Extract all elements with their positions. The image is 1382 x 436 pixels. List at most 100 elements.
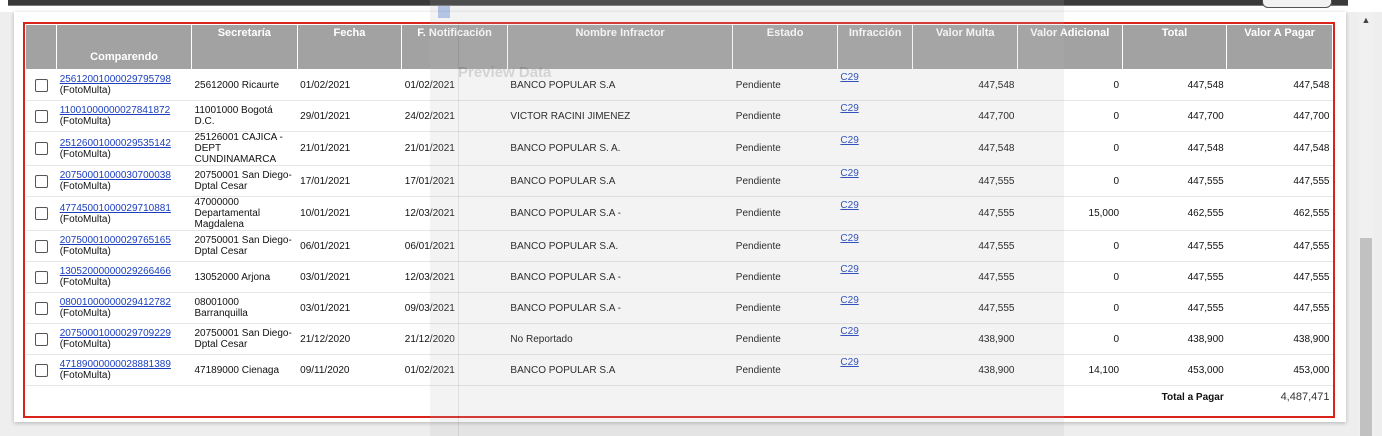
secretaria-cell: 25612000 Ricaurte (191, 69, 298, 101)
table-row: 20750001000030700038 (FotoMulta) 20750001 … (25, 165, 1333, 197)
estado-cell: Pendiente (732, 100, 838, 132)
total-cell: 447,700 (1122, 100, 1227, 132)
comparendo-type: (FotoMulta) (59, 370, 111, 381)
estado-cell: Pendiente (732, 230, 838, 262)
valor-multa-cell: 447,555 (912, 261, 1018, 293)
comparendo-link[interactable]: 47745001000029710881 (60, 203, 171, 214)
row-checkbox[interactable] (34, 78, 48, 92)
valor-pagar-cell: 447,548 (1226, 131, 1333, 166)
valor-multa-cell: 438,900 (912, 323, 1018, 355)
infraccion-link[interactable]: C29 (840, 135, 858, 146)
fines-table: Comparendo Secretaría Fecha F. Notificac… (25, 24, 1333, 408)
header-fecha[interactable]: Fecha (296, 24, 403, 70)
secretaria-cell: 20750001 San Diego-Dptal Cesar (191, 230, 298, 262)
notificacion-cell: 12/03/2021 (401, 261, 508, 293)
comparendo-cell: 20750001000030700038 (FotoMulta) (56, 165, 192, 197)
valor-adicional-cell: 14,100 (1017, 354, 1123, 386)
fecha-cell: 06/01/2021 (297, 230, 402, 262)
row-checkbox[interactable] (34, 332, 48, 346)
row-checkbox[interactable] (34, 363, 48, 377)
infraccion-cell: C29 (837, 292, 913, 324)
notificacion-cell: 01/02/2021 (401, 69, 508, 101)
fecha-cell: 17/01/2021 (297, 165, 402, 197)
comparendo-link[interactable]: 20750001000029765165 (60, 235, 171, 246)
top-right-control[interactable] (1262, 0, 1332, 8)
infractor-cell: BANCO POPULAR S.A - (507, 292, 733, 324)
valor-adicional-cell: 0 (1017, 230, 1123, 262)
comparendo-link[interactable]: 20750001000030700038 (60, 170, 171, 181)
total-row: Total a Pagar 4,487,471 (25, 385, 1333, 408)
comparendo-type: (FotoMulta) (59, 213, 111, 225)
row-select-cell (25, 196, 57, 231)
scroll-up-arrow-icon[interactable]: ▲ (1358, 12, 1374, 28)
infraccion-link[interactable]: C29 (840, 357, 858, 368)
valor-multa-cell: 447,555 (912, 165, 1018, 197)
comparendo-link[interactable]: 25126001000029535142 (60, 138, 171, 149)
infraccion-cell: C29 (837, 69, 913, 101)
infraccion-cell: C29 (837, 100, 913, 132)
total-cell: 447,555 (1122, 165, 1227, 197)
row-checkbox[interactable] (34, 239, 48, 253)
valor-pagar-cell: 447,700 (1226, 100, 1333, 132)
header-estado[interactable]: Estado (732, 24, 838, 70)
infraccion-link[interactable]: C29 (840, 326, 858, 337)
fecha-cell: 01/02/2021 (297, 69, 402, 101)
comparendo-type: (FotoMulta) (59, 339, 111, 350)
vertical-scrollbar[interactable]: ▲ (1358, 12, 1374, 436)
header-infractor[interactable]: Nombre Infractor (506, 24, 734, 70)
row-select-cell (25, 131, 57, 166)
header-notificacion[interactable]: F. Notificación (401, 24, 508, 70)
row-checkbox[interactable] (34, 207, 48, 220)
header-valor-pagar[interactable]: Valor A Pagar (1226, 24, 1333, 70)
total-cell: 462,555 (1122, 196, 1227, 231)
comparendo-link[interactable]: 13052000000029266466 (60, 266, 171, 277)
comparendo-link[interactable]: 11001000000027841872 (60, 105, 171, 116)
table-row: 20750001000029709229 (FotoMulta) 20750001 … (25, 323, 1333, 355)
infraccion-cell: C29 (837, 261, 913, 293)
infraccion-link[interactable]: C29 (840, 72, 858, 83)
estado-cell: Pendiente (732, 261, 838, 293)
header-valor-multa[interactable]: Valor Multa (912, 24, 1018, 70)
row-checkbox[interactable] (34, 174, 48, 188)
infraccion-cell: C29 (837, 165, 913, 197)
row-select-cell (25, 165, 57, 197)
row-checkbox[interactable] (34, 109, 48, 123)
secretaria-cell: 20750001 San Diego-Dptal Cesar (191, 323, 298, 355)
valor-multa-cell: 447,548 (912, 131, 1018, 166)
scroll-thumb[interactable] (1360, 238, 1372, 436)
infraccion-link[interactable]: C29 (840, 264, 858, 275)
comparendo-link[interactable]: 47189000000028881389 (60, 359, 171, 370)
header-total[interactable]: Total (1121, 24, 1228, 70)
comparendo-link[interactable]: 08001000000029412782 (60, 297, 171, 308)
infraccion-link[interactable]: C29 (840, 200, 858, 211)
comparendo-link[interactable]: 20750001000029709229 (60, 328, 171, 339)
secretaria-cell: 47189000 Cienaga (191, 354, 298, 386)
valor-multa-cell: 447,548 (912, 69, 1018, 101)
row-checkbox[interactable] (34, 301, 48, 315)
notificacion-cell: 06/01/2021 (401, 230, 508, 262)
header-secretaria[interactable]: Secretaría (191, 24, 298, 70)
notificacion-cell: 12/03/2021 (401, 196, 508, 231)
valor-adicional-cell: 0 (1017, 69, 1123, 101)
fines-table-frame: Comparendo Secretaría Fecha F. Notificac… (23, 22, 1335, 418)
row-select-cell (25, 354, 57, 386)
valor-pagar-cell: 447,555 (1226, 165, 1333, 197)
row-checkbox[interactable] (34, 270, 48, 284)
header-valor-adicional[interactable]: Valor Adicional (1016, 24, 1123, 70)
infraccion-link[interactable]: C29 (840, 168, 858, 179)
row-checkbox[interactable] (34, 142, 48, 155)
infraccion-link[interactable]: C29 (840, 295, 858, 306)
infraccion-link[interactable]: C29 (840, 233, 858, 244)
comparendo-link[interactable]: 25612001000029795798 (60, 74, 171, 85)
valor-pagar-cell: 447,555 (1226, 230, 1333, 262)
header-infraccion[interactable]: Infracción (836, 24, 914, 70)
comparendo-type: (FotoMulta) (59, 116, 111, 127)
notificacion-cell: 17/01/2021 (401, 165, 508, 197)
infraccion-link[interactable]: C29 (840, 103, 858, 114)
total-cell: 447,548 (1122, 131, 1227, 166)
valor-multa-cell: 447,555 (912, 196, 1018, 231)
header-comparendo[interactable]: Comparendo (56, 24, 192, 70)
total-cell: 453,000 (1122, 354, 1227, 386)
secretaria-cell: 25126001 CAJICA - DEPT CUNDINAMARCA (191, 131, 298, 166)
comparendo-cell: 11001000000027841872 (FotoMulta) (56, 100, 192, 132)
